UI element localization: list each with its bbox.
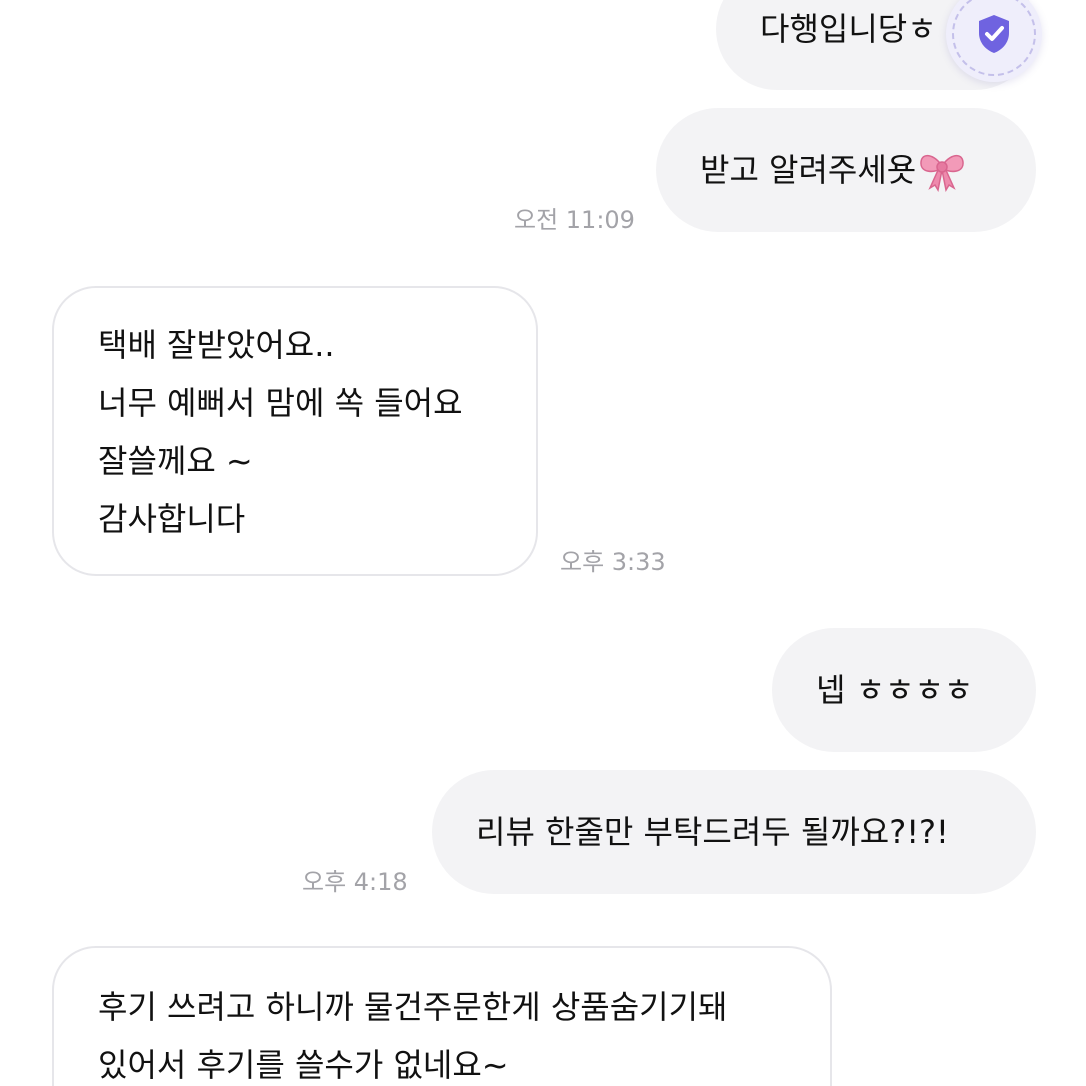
incoming-message-bubble[interactable]: 택배 잘받았어요.. 너무 예뻐서 맘에 쏙 들어요 잘쓸께요 ~ 감사합니다 xyxy=(52,286,538,576)
chat-thread[interactable]: 다행입니당ㅎ 받고 알려주세욧 오전 11:09 택배 잘받았어요.. 너무 예… xyxy=(0,0,1086,1086)
message-line: 택배 잘받았어요.. xyxy=(98,326,335,364)
message-line: 너무 예뻐서 맘에 쏙 들어요 xyxy=(98,384,463,422)
message-timestamp: 오후 3:33 xyxy=(560,548,666,576)
message-text: 넵 ㅎㅎㅎㅎ xyxy=(816,671,974,709)
incoming-message-bubble[interactable]: 후기 쓰려고 하니까 물건주문한게 상품숨기기돼 있어서 후기를 쓸수가 없네요… xyxy=(52,946,832,1086)
message-line: 감사합니다 xyxy=(98,500,246,538)
outgoing-message-bubble[interactable]: 리뷰 한줄만 부탁드려두 될까요?!?! xyxy=(432,770,1036,894)
message-text: 받고 알려주세욧 xyxy=(700,151,917,189)
message-line: 잘쓸께요 ~ xyxy=(98,442,253,480)
outgoing-message-bubble[interactable]: 받고 알려주세욧 xyxy=(656,108,1036,232)
message-text: 다행입니당ㅎ xyxy=(760,10,937,48)
message-text: 리뷰 한줄만 부탁드려두 될까요?!?! xyxy=(476,813,949,851)
outgoing-message-bubble[interactable]: 넵 ㅎㅎㅎㅎ xyxy=(772,628,1036,752)
verified-shield-icon xyxy=(979,15,1009,53)
message-timestamp: 오전 11:09 xyxy=(514,206,635,234)
ribbon-icon xyxy=(920,154,965,192)
message-line: 후기 쓰려고 하니까 물건주문한게 상품숨기기돼 xyxy=(98,988,728,1026)
message-line: 있어서 후기를 쓸수가 없네요~ xyxy=(98,1046,509,1084)
message-timestamp: 오후 4:18 xyxy=(302,868,408,896)
